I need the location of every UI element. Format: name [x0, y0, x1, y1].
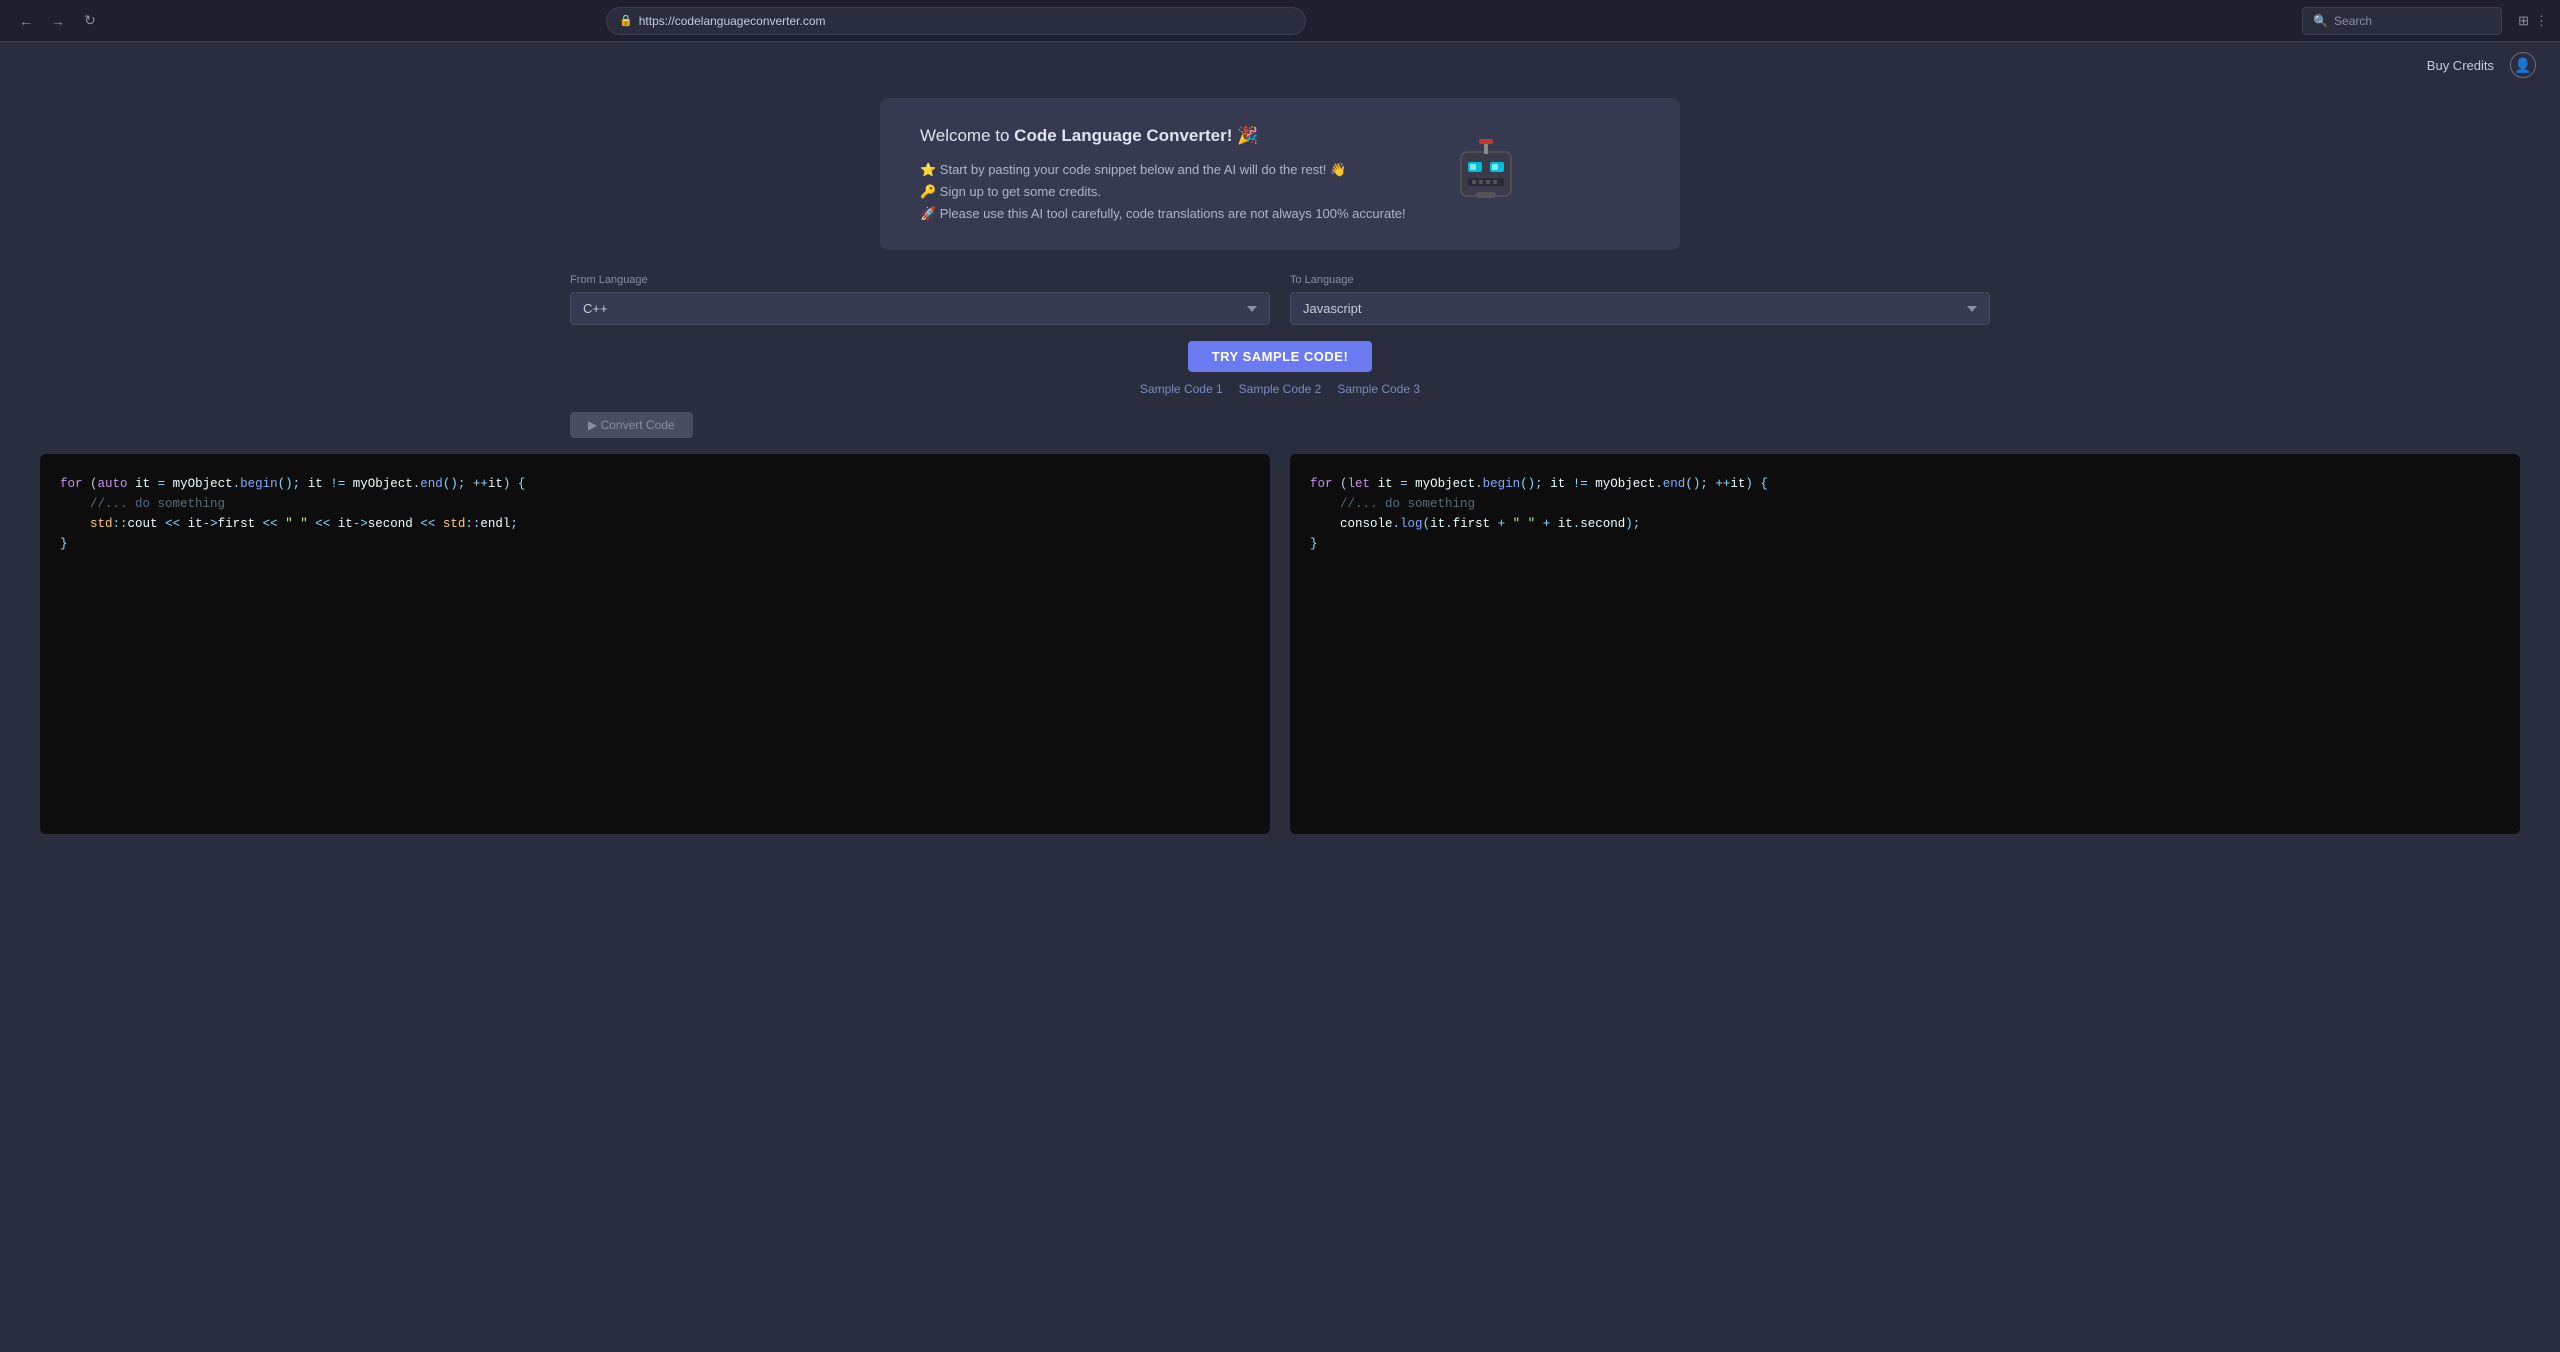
nav-buttons: ← → ↻ — [12, 7, 104, 35]
left-line-2: //... do something — [60, 494, 1250, 514]
address-bar[interactable]: 🔒 https://codelanguageconverter.com — [606, 7, 1306, 35]
bullet-2: 🔑 Sign up to get some credits. — [920, 184, 1406, 200]
left-line-1: for (auto it = myObject.begin(); it != m… — [60, 474, 1250, 494]
left-line-4: } — [60, 534, 1250, 554]
to-language-label: To Language — [1290, 274, 1990, 286]
extensions-icon[interactable]: ⊞ — [2518, 13, 2529, 29]
to-language-select[interactable]: Javascript Python Java C++ TypeScript C#… — [1290, 292, 1990, 325]
right-line-1: for (let it = myObject.begin(); it != my… — [1310, 474, 2500, 494]
from-language-label: From Language — [570, 274, 1270, 286]
left-line-3: std::cout << it->first << " " << it->sec… — [60, 514, 1250, 534]
welcome-text: Welcome to Code Language Converter! 🎉 ⭐ … — [920, 126, 1406, 222]
search-placeholder: Search — [2334, 14, 2372, 28]
sample-code-3-link[interactable]: Sample Code 3 — [1337, 382, 1420, 396]
forward-button[interactable]: → — [44, 7, 72, 35]
sample-code-2-link[interactable]: Sample Code 2 — [1239, 382, 1322, 396]
sample-code-1-link[interactable]: Sample Code 1 — [1140, 382, 1223, 396]
convert-button[interactable]: ▶ Convert Code — [570, 412, 693, 438]
bullet-1: ⭐ Start by pasting your code snippet bel… — [920, 162, 1406, 178]
welcome-card: Welcome to Code Language Converter! 🎉 ⭐ … — [880, 98, 1680, 250]
robot-mascot — [1446, 134, 1526, 214]
search-icon: 🔍 — [2313, 14, 2328, 28]
code-editors: for (auto it = myObject.begin(); it != m… — [0, 454, 2560, 834]
menu-icon[interactable]: ⋮ — [2535, 13, 2548, 29]
buy-credits-link[interactable]: Buy Credits — [2427, 58, 2494, 73]
top-nav: Buy Credits 👤 — [0, 42, 2560, 88]
lock-icon: 🔒 — [619, 14, 633, 27]
from-language-group: From Language C++ Python Java JavaScript… — [570, 274, 1270, 325]
right-code-panel[interactable]: for (let it = myObject.begin(); it != my… — [1290, 454, 2520, 834]
sample-links: Sample Code 1 Sample Code 2 Sample Code … — [1140, 382, 1420, 396]
language-selectors: From Language C++ Python Java JavaScript… — [570, 274, 1990, 325]
try-sample-button[interactable]: TRY SAMPLE CODE! — [1188, 341, 1373, 372]
search-bar[interactable]: 🔍 Search — [2302, 7, 2502, 35]
convert-btn-area: ▶ Convert Code — [570, 412, 1990, 438]
action-row: TRY SAMPLE CODE! Sample Code 1 Sample Co… — [570, 341, 1990, 396]
reload-button[interactable]: ↻ — [76, 7, 104, 35]
browser-chrome: ← → ↻ 🔒 https://codelanguageconverter.co… — [0, 0, 2560, 42]
url-text: https://codelanguageconverter.com — [639, 14, 826, 28]
bullet-3: 🚀 Please use this AI tool carefully, cod… — [920, 206, 1406, 222]
welcome-bullets: ⭐ Start by pasting your code snippet bel… — [920, 162, 1406, 222]
user-icon[interactable]: 👤 — [2510, 52, 2536, 78]
from-language-select[interactable]: C++ Python Java JavaScript TypeScript C#… — [570, 292, 1270, 325]
right-line-4: } — [1310, 534, 2500, 554]
welcome-title: Welcome to Code Language Converter! 🎉 — [920, 126, 1406, 146]
to-language-group: To Language Javascript Python Java C++ T… — [1290, 274, 1990, 325]
right-line-3: console.log(it.first + " " + it.second); — [1310, 514, 2500, 534]
browser-icons: ⊞ ⋮ — [2518, 13, 2548, 29]
back-button[interactable]: ← — [12, 7, 40, 35]
left-code-panel[interactable]: for (auto it = myObject.begin(); it != m… — [40, 454, 1270, 834]
controls-area: From Language C++ Python Java JavaScript… — [530, 274, 2030, 438]
right-line-2: //... do something — [1310, 494, 2500, 514]
page-container: Buy Credits 👤 Welcome to Code Language C… — [0, 42, 2560, 834]
